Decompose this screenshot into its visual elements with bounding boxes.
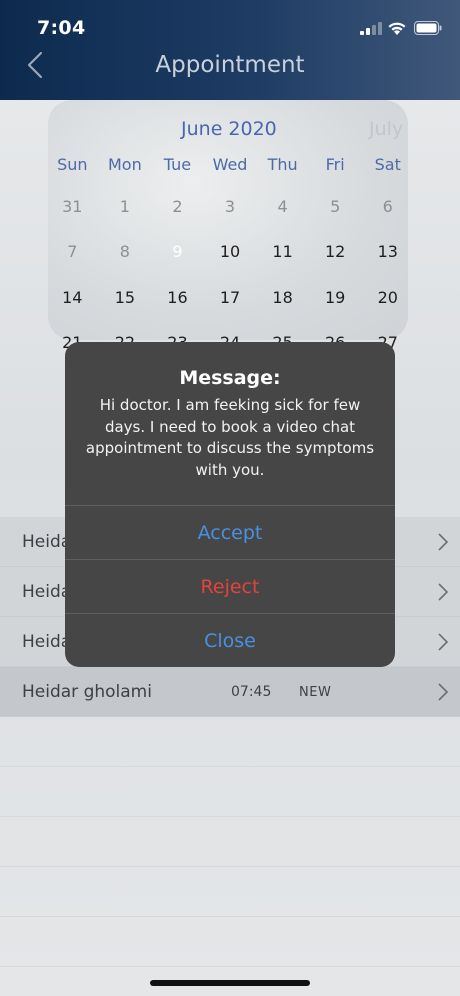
chevron-right-icon <box>438 633 449 651</box>
chevron-right-icon <box>438 683 449 701</box>
calendar-week: 7 8 9 10 11 12 13 <box>46 232 414 270</box>
calendar-next-month-label[interactable]: July <box>369 118 403 140</box>
calendar-day[interactable]: 31 <box>46 197 99 216</box>
calendar-day[interactable]: 12 <box>309 242 362 261</box>
weekday-label: Mon <box>108 155 142 174</box>
empty-row <box>0 817 460 867</box>
chevron-right-icon <box>438 533 449 551</box>
home-indicator[interactable] <box>150 980 310 986</box>
calendar-day[interactable]: 5 <box>309 197 362 216</box>
calendar-day[interactable]: 18 <box>256 288 309 307</box>
weekday-label: Thu <box>267 155 298 174</box>
battery-icon <box>414 21 442 35</box>
appointment-status-badge: NEW <box>299 685 332 700</box>
calendar-day[interactable]: 17 <box>204 288 257 307</box>
weekday-label: Wed <box>212 155 248 174</box>
accept-button[interactable]: Accept <box>65 505 395 559</box>
calendar-day[interactable]: 1 <box>99 197 152 216</box>
empty-row <box>0 717 460 767</box>
empty-list-area <box>0 717 460 967</box>
calendar-day[interactable]: 11 <box>256 242 309 261</box>
calendar-day[interactable]: 4 <box>256 197 309 216</box>
nav-header: 7:04 Appointment <box>0 0 460 100</box>
calendar-day[interactable]: 3 <box>204 197 257 216</box>
calendar-day[interactable]: 14 <box>46 288 99 307</box>
close-button[interactable]: Close <box>65 613 395 667</box>
message-dialog: Message: Hi doctor. I am feeking sick fo… <box>65 342 395 667</box>
cellular-signal-icon <box>360 22 382 35</box>
weekday-label: Sun <box>57 155 88 174</box>
calendar-day[interactable]: 7 <box>46 242 99 261</box>
calendar-week: 31 1 2 3 4 5 6 <box>46 197 414 216</box>
calendar-day[interactable]: 13 <box>361 242 414 261</box>
appointment-row[interactable]: Heidar gholami 07:45 NEW <box>0 667 460 717</box>
calendar-day-selected[interactable]: 9 <box>151 232 204 270</box>
calendar-day[interactable]: 6 <box>361 197 414 216</box>
status-bar: 7:04 <box>0 0 460 52</box>
selected-day-number: 9 <box>172 242 183 261</box>
calendar-day[interactable]: 15 <box>99 288 152 307</box>
calendar-day[interactable]: 20 <box>361 288 414 307</box>
calendar-day[interactable]: 2 <box>151 197 204 216</box>
patient-name: Heidar gholami <box>22 682 152 702</box>
empty-row <box>0 917 460 967</box>
calendar-day[interactable]: 8 <box>99 242 152 261</box>
empty-row <box>0 867 460 917</box>
calendar-weekday-header: Sun Mon Tue Wed Thu Fri Sat <box>46 155 414 174</box>
chevron-right-icon <box>438 583 449 601</box>
wifi-icon <box>388 22 406 35</box>
calendar-day[interactable]: 10 <box>204 242 257 261</box>
calendar-month-label[interactable]: June 2020 <box>181 118 277 140</box>
weekday-label: Tue <box>163 155 192 174</box>
calendar-day[interactable]: 19 <box>309 288 362 307</box>
dialog-title: Message: <box>179 367 281 389</box>
empty-row <box>0 767 460 817</box>
calendar-day[interactable]: 16 <box>151 288 204 307</box>
weekday-label: Sat <box>374 155 401 174</box>
page-title: Appointment <box>155 52 305 78</box>
weekday-label: Fri <box>325 155 345 174</box>
appointment-time: 07:45 <box>231 684 272 700</box>
reject-button[interactable]: Reject <box>65 559 395 613</box>
dialog-message: Hi doctor. I am feeking sick for few day… <box>85 396 375 479</box>
calendar-week: 14 15 16 17 18 19 20 <box>46 288 414 307</box>
status-time: 7:04 <box>37 17 86 39</box>
